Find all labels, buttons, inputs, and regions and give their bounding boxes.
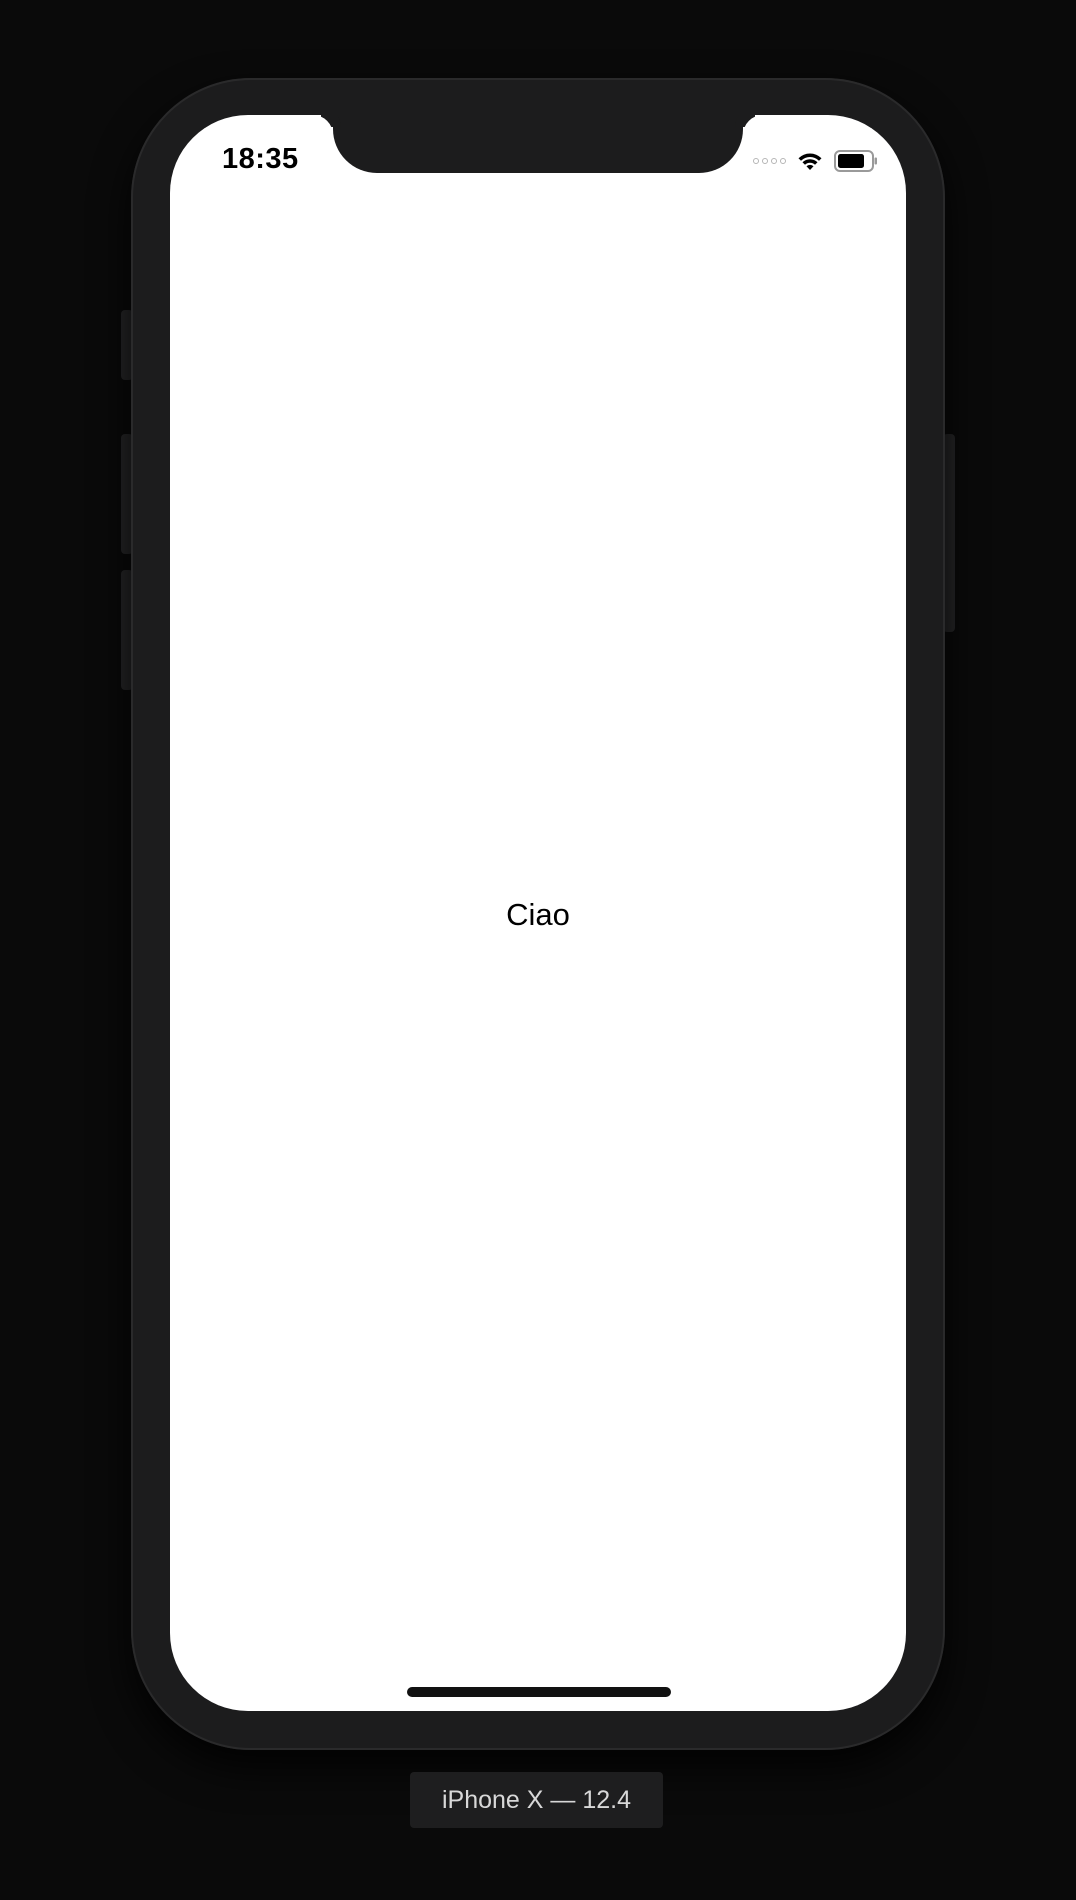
status-time: 18:35 [222,143,299,175]
home-indicator[interactable] [407,1687,671,1697]
simulator-window: 18:35 Ciao iPhone X — 12.4 [0,0,1076,1900]
status-icons [753,147,878,175]
battery-icon [834,150,878,172]
notch [333,115,743,173]
device-name-label: iPhone X — 12.4 [410,1772,663,1828]
wifi-icon [796,150,824,172]
signal-dots-icon [753,158,786,164]
greeting-label: Ciao [506,897,570,932]
device-screen[interactable]: 18:35 Ciao [170,115,906,1711]
